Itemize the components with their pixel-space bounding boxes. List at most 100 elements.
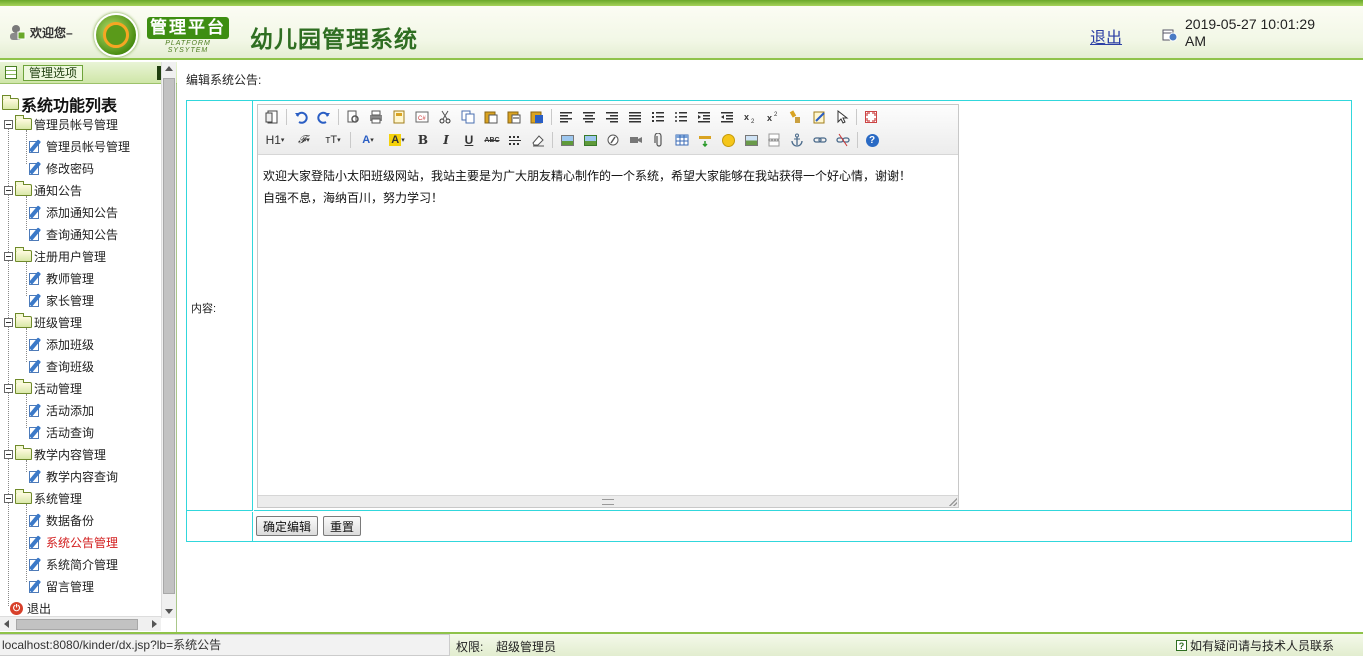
unlink-icon[interactable] [833,130,853,150]
tree-item-system-notice[interactable]: 系统公告管理 [28,533,118,551]
bold-button[interactable]: B [413,130,433,150]
tree-group-registered-users[interactable]: 注册用户管理 [4,247,106,265]
reset-button[interactable]: 重置 [323,516,362,536]
collapse-icon[interactable] [4,493,13,503]
italic-button[interactable]: I [436,130,456,150]
resize-grip-icon[interactable] [602,499,614,505]
collapse-icon[interactable] [4,119,13,129]
scroll-right-icon[interactable] [152,620,157,628]
collapse-icon[interactable] [4,317,13,327]
corner-resize-icon[interactable] [949,498,957,506]
emoticon-icon[interactable] [718,130,738,150]
help-icon[interactable]: ? [862,130,882,150]
tree-item-messages[interactable]: 留言管理 [28,577,94,595]
preview-icon[interactable] [343,107,363,127]
scroll-down-icon[interactable] [165,609,173,614]
template-icon[interactable] [389,107,409,127]
tree-group-system[interactable]: 系统管理 [4,489,82,507]
underline-button[interactable]: U [459,130,479,150]
align-center-icon[interactable] [579,107,599,127]
insert-table-icon[interactable] [672,130,692,150]
indent-icon[interactable] [694,107,714,127]
print-icon[interactable] [366,107,386,127]
tree-item-system-intro[interactable]: 系统简介管理 [28,555,118,573]
collapse-icon[interactable] [4,383,13,393]
align-left-icon[interactable] [556,107,576,127]
eraser-icon[interactable] [528,130,548,150]
collapse-icon[interactable] [4,251,13,261]
editor-resize-bar[interactable] [258,495,958,507]
scroll-thumb[interactable] [163,78,175,594]
link-icon[interactable] [810,130,830,150]
select-all-icon[interactable] [832,107,852,127]
highlight-color-dropdown[interactable]: A ▾ [384,130,410,150]
editor-content[interactable]: 欢迎大家登陆小太阳班级网站，我站主要是为广大朋友精心制作的一个系统，希望大家能够… [258,156,958,494]
tree-item-add-notice[interactable]: 添加通知公告 [28,203,118,221]
confirm-edit-button[interactable]: 确定编辑 [256,516,319,536]
tree-group-classes[interactable]: 班级管理 [4,313,82,331]
justify-icon[interactable] [625,107,645,127]
heading-dropdown[interactable]: H1 ▾ [262,130,288,150]
cut-icon[interactable] [435,107,455,127]
tree-group-teaching-content[interactable]: 教学内容管理 [4,445,106,463]
tree-group-admin-account[interactable]: 管理员帐号管理 [4,115,118,133]
unordered-list-icon[interactable] [671,107,691,127]
anchor-icon[interactable] [787,130,807,150]
outdent-icon[interactable] [717,107,737,127]
collapse-icon[interactable] [4,449,13,459]
tree-item-query-class[interactable]: 查询班级 [28,357,94,375]
tree-group-notice[interactable]: 通知公告 [4,181,82,199]
font-size-dropdown[interactable]: тT ▾ [320,130,346,150]
tree-item-data-backup[interactable]: 数据备份 [28,511,94,529]
insert-video-icon[interactable] [626,130,646,150]
tree-item-teachers[interactable]: 教师管理 [28,269,94,287]
strikethrough-button[interactable]: ABC [482,130,502,150]
insert-flash-icon[interactable] [603,130,623,150]
insert-multi-image-icon[interactable] [580,130,600,150]
align-right-icon[interactable] [602,107,622,127]
sidebar-vertical-scrollbar[interactable] [161,62,176,618]
font-color-dropdown[interactable]: A ▾ [355,130,381,150]
collapse-icon[interactable] [4,185,13,195]
logout-link[interactable]: 退出 [1090,24,1122,48]
redo-icon[interactable] [314,107,334,127]
format-brush-icon[interactable] [786,107,806,127]
fullscreen-icon[interactable] [861,107,881,127]
tree-item-change-password[interactable]: 修改密码 [28,159,94,177]
tree-item-logout[interactable]: ⏻ 退出 [10,599,51,617]
sidebar-tab-label[interactable]: 管理选项 [23,65,84,81]
source-icon[interactable] [262,107,282,127]
tree-item-query-teaching[interactable]: 教学内容查询 [28,467,118,485]
tree-item-parents[interactable]: 家长管理 [28,291,94,309]
code-icon[interactable]: C# [412,107,432,127]
insert-image-icon[interactable] [557,130,577,150]
page-break-icon[interactable] [764,130,784,150]
superscript-icon[interactable]: x2 [763,107,783,127]
tree-group-activities[interactable]: 活动管理 [4,379,82,397]
undo-icon[interactable] [291,107,311,127]
horizontal-line-icon[interactable] [505,130,525,150]
font-family-dropdown[interactable]: 𝓕 ▾ [291,130,317,150]
scroll-left-icon[interactable] [4,620,9,628]
sidebar-horizontal-scrollbar[interactable] [0,616,161,631]
scroll-thumb[interactable] [16,619,138,630]
edit-doc-icon [28,578,43,594]
scroll-up-icon[interactable] [165,66,173,71]
tree-item-query-activity[interactable]: 活动查询 [28,423,94,441]
copy-icon[interactable] [458,107,478,127]
tree-item-add-activity[interactable]: 活动添加 [28,401,94,419]
clear-format-icon[interactable] [809,107,829,127]
attachment-icon[interactable] [649,130,669,150]
tree-root[interactable]: 系统功能列表 [2,92,117,116]
paste-icon[interactable] [481,107,501,127]
edit-doc-icon [28,226,43,242]
insert-row-icon[interactable] [695,130,715,150]
tree-item-add-class[interactable]: 添加班级 [28,335,94,353]
tree-item-admin-account[interactable]: 管理员帐号管理 [28,137,130,155]
subscript-icon[interactable]: x2 [740,107,760,127]
ordered-list-icon[interactable] [648,107,668,127]
tree-item-query-notice[interactable]: 查询通知公告 [28,225,118,243]
paste-word-icon[interactable] [527,107,547,127]
insert-picture-icon[interactable] [741,130,761,150]
paste-text-icon[interactable] [504,107,524,127]
